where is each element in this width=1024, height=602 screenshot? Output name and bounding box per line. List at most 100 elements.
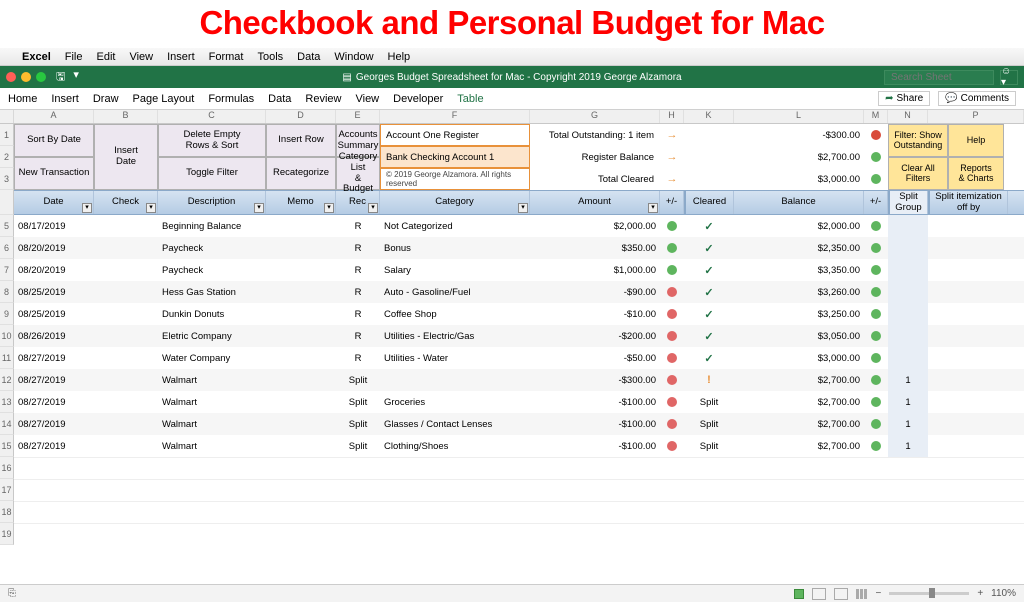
- tab-review[interactable]: Review: [305, 93, 341, 105]
- row-11[interactable]: 11: [0, 347, 14, 369]
- table-row[interactable]: 08/27/2019Water CompanyRUtilities - Wate…: [14, 347, 1024, 369]
- minimize-button[interactable]: [21, 72, 31, 82]
- cell-description[interactable]: Hess Gas Station: [158, 281, 266, 303]
- cell-amount[interactable]: -$10.00: [530, 303, 660, 325]
- col-P[interactable]: P: [928, 110, 1024, 123]
- filter-dropdown-icon[interactable]: ▾: [146, 203, 156, 213]
- cell-rec[interactable]: R: [336, 347, 380, 369]
- cell-rec[interactable]: R: [336, 259, 380, 281]
- cell-cleared[interactable]: !: [684, 369, 734, 391]
- cell-description[interactable]: Paycheck: [158, 259, 266, 281]
- cell-category[interactable]: Utilities - Electric/Gas: [380, 325, 530, 347]
- row-1[interactable]: 1: [0, 124, 14, 146]
- cell-check[interactable]: [94, 347, 158, 369]
- cell-split-group[interactable]: [888, 281, 928, 303]
- filter-show-outstanding-button[interactable]: Filter: Show Outstanding: [888, 124, 948, 157]
- col-A[interactable]: A: [14, 110, 94, 123]
- cell-split-group[interactable]: [888, 325, 928, 347]
- feedback-button[interactable]: ☺ ▾: [1000, 70, 1018, 85]
- cell-category[interactable]: [380, 369, 530, 391]
- menu-file[interactable]: File: [65, 51, 83, 63]
- menu-edit[interactable]: Edit: [96, 51, 115, 63]
- cell-split-itemization[interactable]: [928, 325, 1008, 347]
- menu-window[interactable]: Window: [334, 51, 373, 63]
- close-button[interactable]: [6, 72, 16, 82]
- hdr-date[interactable]: Date▾: [14, 191, 94, 214]
- cell-category[interactable]: Glasses / Contact Lenses: [380, 413, 530, 435]
- cell-memo[interactable]: [266, 347, 336, 369]
- row-19[interactable]: 19: [0, 523, 14, 545]
- cell-split-group[interactable]: [888, 347, 928, 369]
- col-H[interactable]: H: [660, 110, 684, 123]
- cell-split-group[interactable]: 1: [888, 391, 928, 413]
- col-L[interactable]: L: [734, 110, 864, 123]
- hdr-cleared[interactable]: Cleared: [684, 191, 734, 214]
- row-14[interactable]: 14: [0, 413, 14, 435]
- row-3[interactable]: 3: [0, 168, 14, 190]
- row-16[interactable]: 16: [0, 457, 14, 479]
- filter-dropdown-icon[interactable]: ▾: [648, 203, 658, 213]
- row-15[interactable]: 15: [0, 435, 14, 457]
- zoom-slider[interactable]: [889, 592, 969, 595]
- dropdown-icon[interactable]: ▾: [73, 68, 79, 87]
- cell-amount[interactable]: -$100.00: [530, 413, 660, 435]
- tab-draw[interactable]: Draw: [93, 93, 119, 105]
- cell-split-group[interactable]: [888, 259, 928, 281]
- row-17[interactable]: 17: [0, 479, 14, 501]
- table-row[interactable]: 08/20/2019PaycheckRSalary$1,000.00✓$3,35…: [14, 259, 1024, 281]
- cell-amount[interactable]: -$200.00: [530, 325, 660, 347]
- filter-dropdown-icon[interactable]: ▾: [518, 203, 528, 213]
- table-row[interactable]: 08/17/2019Beginning BalanceRNot Categori…: [14, 215, 1024, 237]
- save-icon[interactable]: 🖫: [56, 68, 65, 87]
- row-18[interactable]: 18: [0, 501, 14, 523]
- menu-excel[interactable]: Excel: [22, 51, 51, 63]
- cell-split-itemization[interactable]: [928, 259, 1008, 281]
- row-9[interactable]: 9: [0, 303, 14, 325]
- filter-dropdown-icon[interactable]: ▾: [324, 203, 334, 213]
- cell-balance[interactable]: $2,700.00: [734, 435, 864, 457]
- tab-formulas[interactable]: Formulas: [208, 93, 254, 105]
- toggle-filter-button[interactable]: Toggle Filter: [158, 157, 266, 190]
- menu-format[interactable]: Format: [209, 51, 244, 63]
- zoom-level[interactable]: 110%: [991, 588, 1016, 599]
- cell-split-itemization[interactable]: [928, 391, 1008, 413]
- record-macro-icon[interactable]: [794, 589, 804, 599]
- cell-balance[interactable]: $2,700.00: [734, 391, 864, 413]
- cell-date[interactable]: 08/25/2019: [14, 303, 94, 325]
- zoom-minus-icon[interactable]: −: [875, 588, 881, 599]
- cell-check[interactable]: [94, 369, 158, 391]
- menu-insert[interactable]: Insert: [167, 51, 195, 63]
- cell-memo[interactable]: [266, 435, 336, 457]
- cell-description[interactable]: Walmart: [158, 369, 266, 391]
- cell-check[interactable]: [94, 325, 158, 347]
- page-break-view-icon[interactable]: [856, 589, 867, 599]
- category-list-button[interactable]: Category List & Budget: [336, 157, 380, 190]
- cell-rec[interactable]: Split: [336, 391, 380, 413]
- cell-memo[interactable]: [266, 391, 336, 413]
- cell-split-group[interactable]: [888, 303, 928, 325]
- cell-split-itemization[interactable]: [928, 435, 1008, 457]
- cell-rec[interactable]: R: [336, 281, 380, 303]
- cell-category[interactable]: Coffee Shop: [380, 303, 530, 325]
- hdr-split-itemization[interactable]: Split itemization off by: [928, 191, 1008, 214]
- cell-category[interactable]: Auto - Gasoline/Fuel: [380, 281, 530, 303]
- cell-description[interactable]: Eletric Company: [158, 325, 266, 347]
- cell-cleared[interactable]: ✓: [684, 215, 734, 237]
- cell-cleared[interactable]: ✓: [684, 303, 734, 325]
- cell-rec[interactable]: R: [336, 325, 380, 347]
- col-G[interactable]: G: [530, 110, 660, 123]
- cell-memo[interactable]: [266, 303, 336, 325]
- filter-dropdown-icon[interactable]: ▾: [82, 203, 92, 213]
- cell-memo[interactable]: [266, 281, 336, 303]
- cell-rec[interactable]: R: [336, 237, 380, 259]
- cell-category[interactable]: Salary: [380, 259, 530, 281]
- clear-all-filters-button[interactable]: Clear All Filters: [888, 157, 948, 190]
- tab-developer[interactable]: Developer: [393, 93, 443, 105]
- hdr-amount[interactable]: Amount▾: [530, 191, 660, 214]
- cell-check[interactable]: [94, 413, 158, 435]
- cell-check[interactable]: [94, 435, 158, 457]
- empty-row[interactable]: [14, 523, 1024, 545]
- empty-row[interactable]: [14, 501, 1024, 523]
- cell-date[interactable]: 08/27/2019: [14, 391, 94, 413]
- row-10[interactable]: 10: [0, 325, 14, 347]
